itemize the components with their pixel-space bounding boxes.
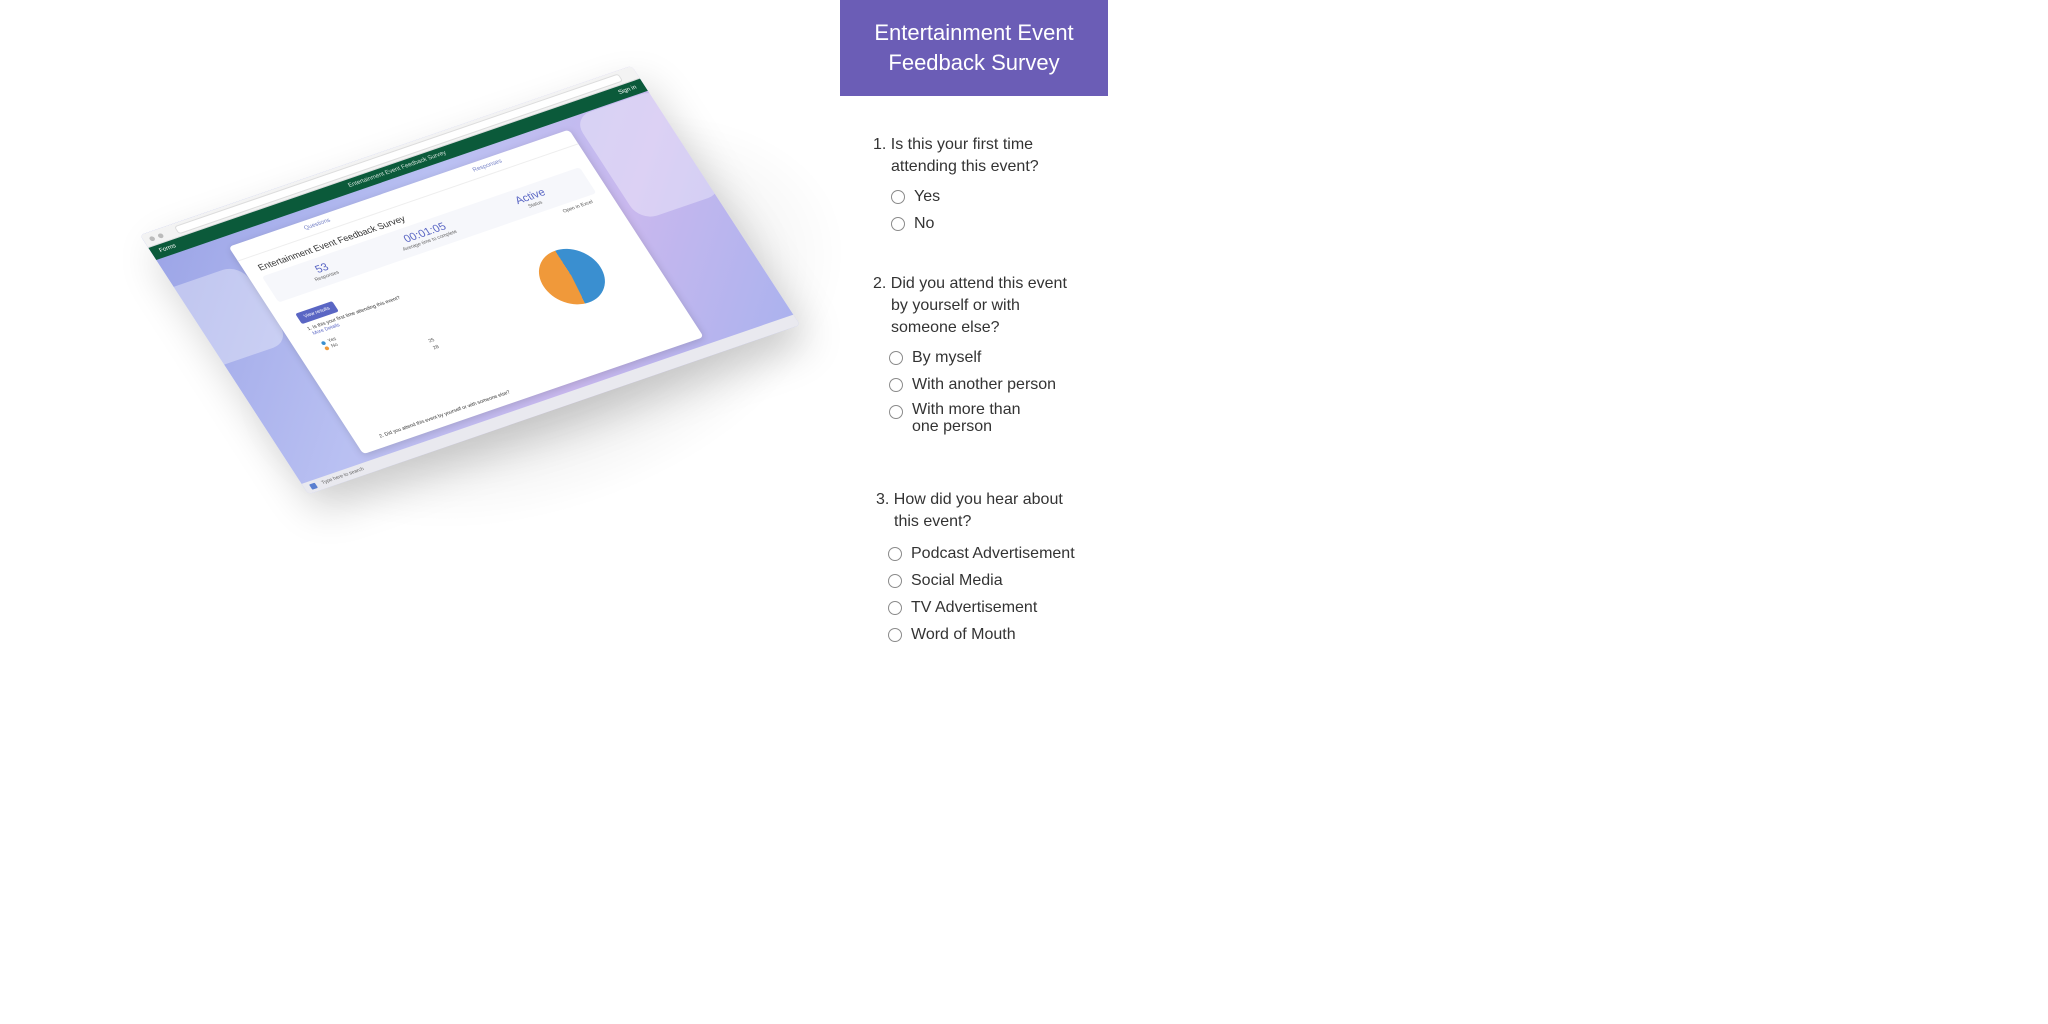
option-label: With another person: [912, 376, 1057, 393]
forms-user: Sign in: [617, 84, 639, 96]
question-1: 1. Is this your first time attending thi…: [873, 134, 1039, 240]
stat-responses: 53 Responses: [307, 259, 341, 283]
legend-dot-icon: [323, 345, 330, 351]
option-label: TV Advertisement: [911, 599, 1038, 616]
radio-button[interactable]: [891, 217, 905, 231]
option-tv-advertisement[interactable]: TV Advertisement: [888, 597, 1075, 624]
option-no[interactable]: No: [891, 213, 1039, 240]
stat-status: Active Status: [513, 187, 551, 212]
option-podcast-advertisement[interactable]: Podcast Advertisement: [888, 543, 1075, 570]
question-2: 2. Did you attend this event by yourself…: [873, 273, 1067, 441]
browser-dot-icon: [148, 235, 156, 242]
radio-button[interactable]: [888, 547, 902, 561]
legend-label: No: [329, 341, 340, 350]
radio-button[interactable]: [888, 574, 902, 588]
option-social-media[interactable]: Social Media: [888, 570, 1075, 597]
option-label: No: [914, 215, 935, 232]
option-with-another-person[interactable]: With another person: [889, 374, 1067, 401]
radio-button[interactable]: [888, 601, 902, 615]
legend-count: 28: [431, 344, 441, 352]
option-label: Podcast Advertisement: [911, 545, 1075, 562]
question-line: 1. Is this your first time: [873, 136, 1034, 153]
windows-start-icon: [308, 482, 319, 490]
survey-title-line: Feedback Survey: [888, 50, 1060, 75]
radio-button[interactable]: [889, 351, 903, 365]
forms-app-label: Forms: [158, 243, 178, 255]
option-by-myself[interactable]: By myself: [889, 347, 1067, 374]
question-line: attending this event?: [891, 158, 1039, 175]
radio-button[interactable]: [889, 405, 903, 419]
option-label: With more than one person: [912, 401, 1020, 435]
option-word-of-mouth[interactable]: Word of Mouth: [888, 624, 1075, 651]
question-text: 1. Is this your first time attending thi…: [873, 134, 1039, 178]
question-line: someone else?: [891, 319, 1000, 336]
survey-title: Entertainment Event Feedback Survey: [840, 0, 1108, 96]
radio-button[interactable]: [889, 378, 903, 392]
option-label-line: With more than: [912, 401, 1021, 418]
browser-dot-icon: [156, 232, 165, 239]
question-text: 3. How did you hear about this event?: [876, 489, 1075, 533]
option-yes[interactable]: Yes: [891, 186, 1039, 213]
option-label: By myself: [912, 349, 982, 366]
question-line: 3. How did you hear about: [876, 491, 1063, 508]
option-with-more-than-one-person[interactable]: With more than one person: [889, 401, 1067, 441]
legend-count: 25: [427, 337, 437, 345]
question-line: this event?: [894, 513, 972, 530]
question-line: 2. Did you attend this event: [873, 275, 1067, 292]
radio-button[interactable]: [888, 628, 902, 642]
option-label: Word of Mouth: [911, 626, 1016, 643]
option-label: Social Media: [911, 572, 1003, 589]
survey-title-line: Entertainment Event: [874, 20, 1074, 45]
question-3: 3. How did you hear about this event? Po…: [876, 489, 1075, 651]
question-line: by yourself or with: [891, 297, 1020, 314]
radio-button[interactable]: [891, 190, 905, 204]
forms-screenshot-image: Forms Entertainment Event Feedback Surve…: [139, 32, 906, 608]
question-text: 2. Did you attend this event by yourself…: [873, 273, 1067, 339]
option-label: Yes: [914, 188, 941, 205]
option-label-line: one person: [912, 418, 993, 435]
